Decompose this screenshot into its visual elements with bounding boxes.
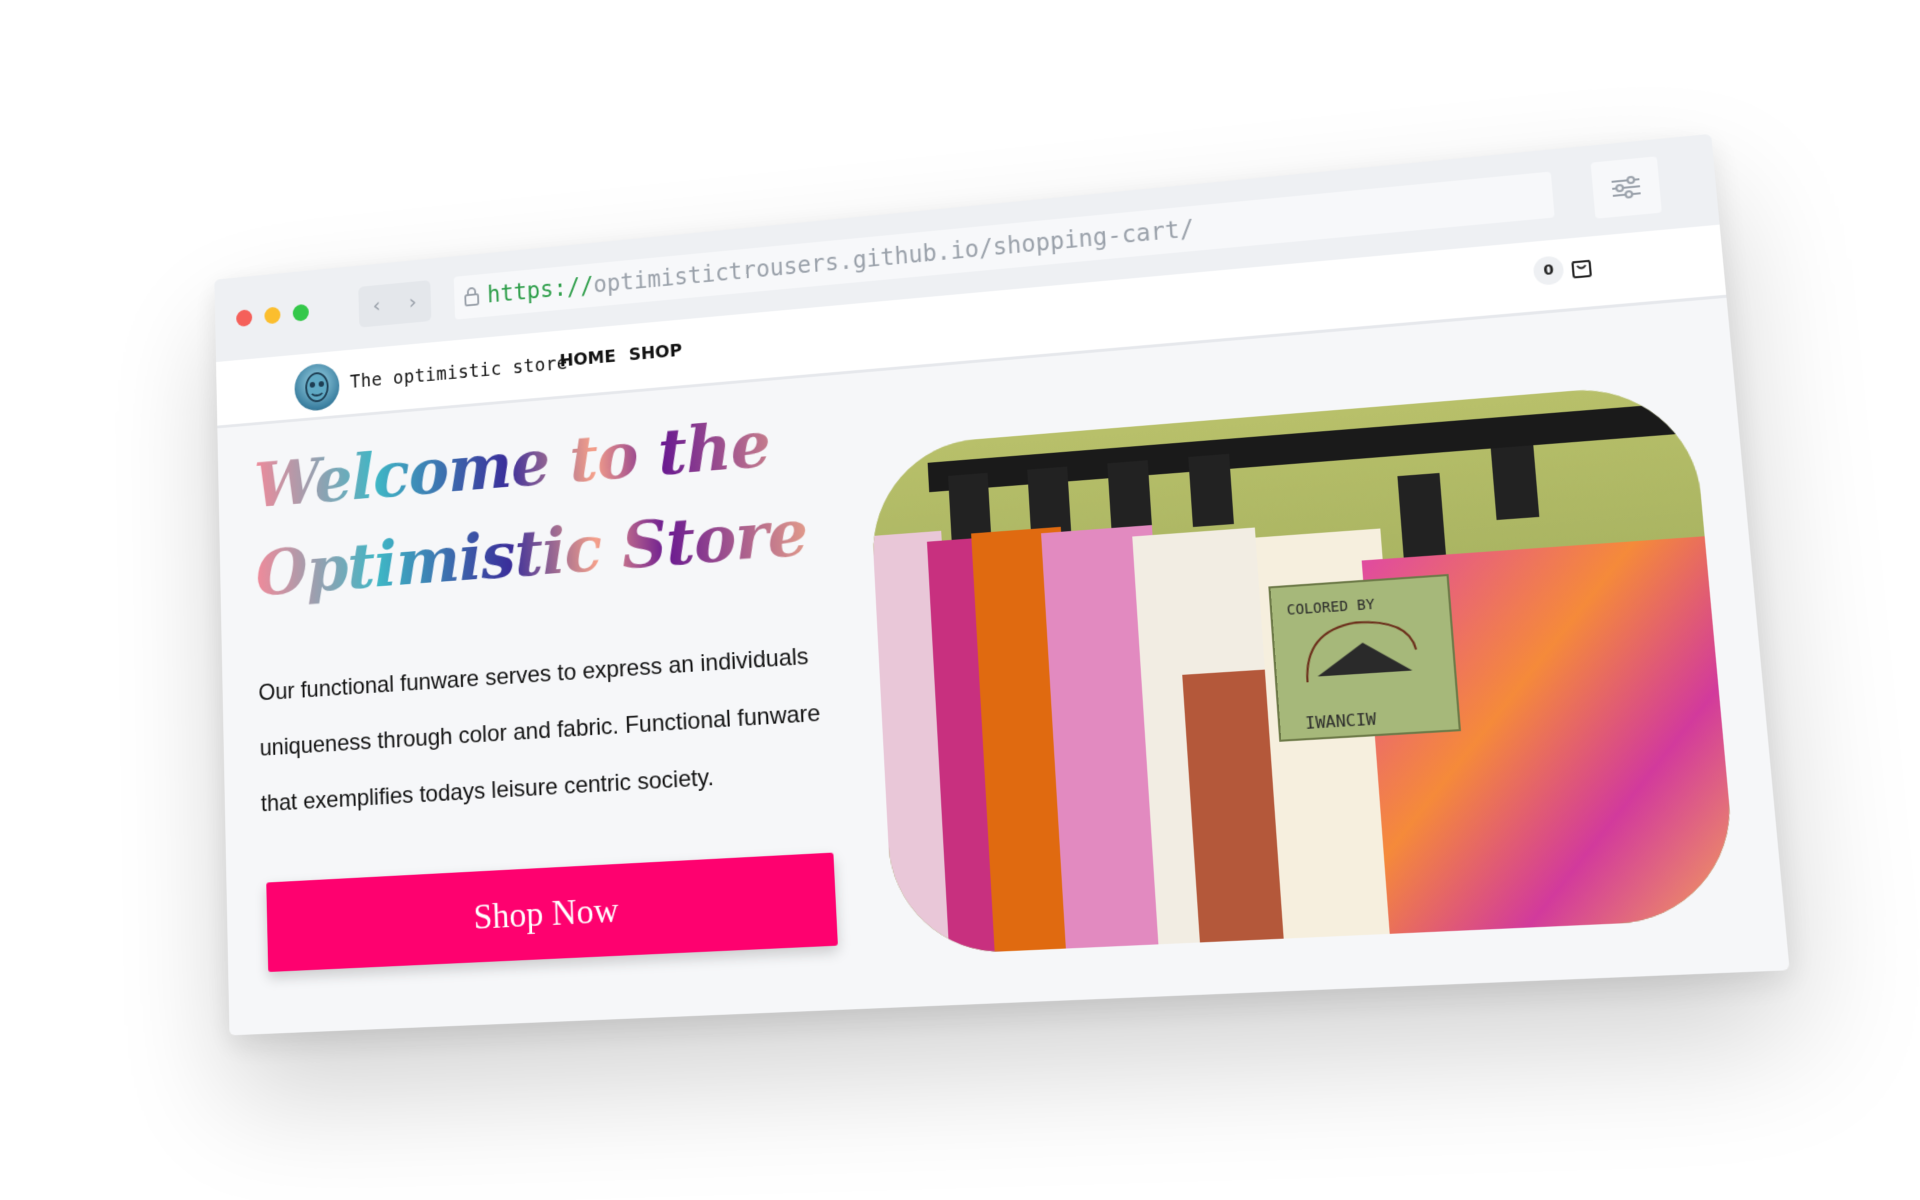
clothing-rack-photo: COLORED BY IWANCIW bbox=[867, 381, 1740, 957]
cart-count-badge: 0 bbox=[1532, 255, 1565, 286]
maximize-window-button[interactable] bbox=[292, 303, 310, 322]
cart-button[interactable]: 0 bbox=[1532, 252, 1595, 286]
sliders-icon[interactable] bbox=[1590, 156, 1662, 219]
nav-home-link[interactable]: HOME bbox=[559, 346, 616, 371]
scene: ‹ › https://optimistictrousers.github.io… bbox=[0, 0, 1920, 1200]
shop-now-button[interactable]: Shop Now bbox=[266, 852, 838, 973]
shopping-bag-icon bbox=[1569, 256, 1594, 280]
url-protocol: https:// bbox=[486, 271, 595, 309]
history-buttons: ‹ › bbox=[358, 280, 432, 328]
store-name[interactable]: The optimistic store bbox=[350, 353, 568, 393]
nav-shop-link[interactable]: SHOP bbox=[629, 340, 683, 365]
window-controls bbox=[236, 303, 310, 328]
close-window-button[interactable] bbox=[236, 309, 253, 328]
chevron-right-icon[interactable]: › bbox=[394, 280, 431, 324]
minimize-window-button[interactable] bbox=[264, 306, 281, 325]
main-nav: HOME SHOP bbox=[559, 340, 682, 371]
tag-bottom-text: IWANCIW bbox=[1305, 709, 1378, 733]
lock-icon bbox=[463, 286, 480, 308]
browser-window: ‹ › https://optimistictrousers.github.io… bbox=[214, 133, 1790, 1036]
chevron-left-icon[interactable]: ‹ bbox=[358, 284, 395, 328]
store-logo[interactable] bbox=[294, 361, 340, 413]
hero-title: Welcome to the Optimistic Store bbox=[253, 393, 835, 618]
hero-description: Our functional funware serves to express… bbox=[258, 643, 822, 818]
